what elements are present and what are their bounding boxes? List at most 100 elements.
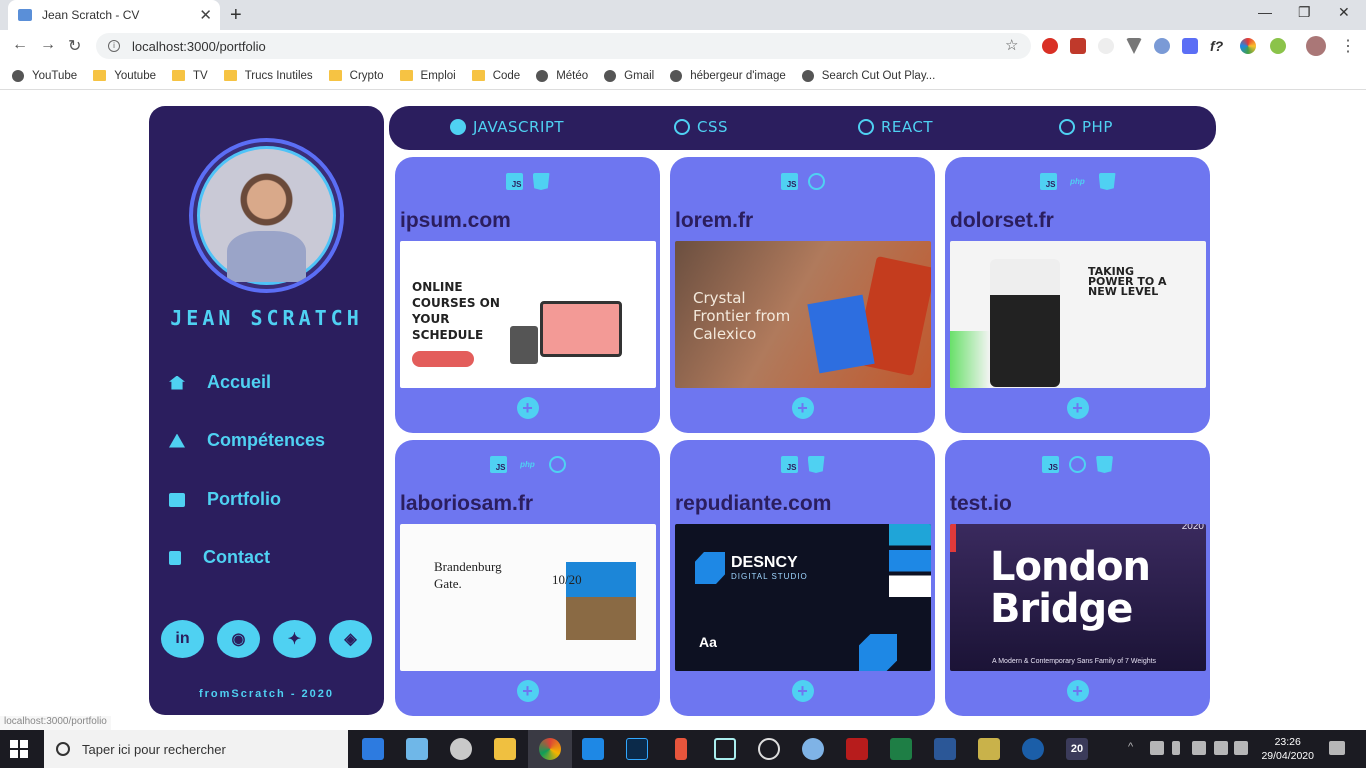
windows-start-icon[interactable] — [10, 740, 28, 758]
volume-icon[interactable] — [1234, 741, 1248, 755]
expand-plus-icon[interactable]: + — [791, 397, 814, 419]
app-icon[interactable] — [714, 738, 736, 760]
font-icon[interactable]: f? — [1210, 38, 1226, 54]
bookmark-folder[interactable]: Code — [471, 70, 520, 82]
new-tab-icon[interactable]: + — [230, 4, 242, 27]
expand-plus-icon[interactable]: + — [791, 680, 814, 702]
project-card[interactable]: JS php laboriosam.fr Brandenburg Gate. 1… — [395, 440, 660, 716]
contact-card-icon — [169, 550, 181, 565]
expand-plus-icon[interactable]: + — [1066, 397, 1089, 419]
app-icon[interactable] — [450, 738, 472, 760]
expand-plus-icon[interactable]: + — [516, 680, 539, 702]
bookmark-folder[interactable]: TV — [172, 70, 208, 82]
forward-icon[interactable]: → — [40, 36, 56, 54]
figma-icon[interactable] — [675, 738, 687, 760]
project-screenshot[interactable]: ONLINE COURSES ON YOUR SCHEDULE — [400, 241, 656, 388]
system-clock[interactable]: 23:26 29/04/2020 — [1261, 735, 1314, 763]
extension-icon[interactable] — [1098, 38, 1114, 54]
app-icon[interactable] — [978, 738, 1000, 760]
js-icon: JS — [780, 456, 798, 473]
twitter-icon[interactable]: ✦ — [273, 620, 316, 658]
close-icon[interactable]: ✕ — [199, 6, 212, 24]
filezilla-icon[interactable] — [846, 738, 868, 760]
project-title: repudiante.com — [675, 492, 832, 515]
cloud-icon[interactable] — [1150, 741, 1164, 755]
info-icon[interactable]: i — [108, 40, 120, 52]
globe-icon — [12, 69, 24, 82]
bookmark-meteo[interactable]: Météo — [536, 69, 588, 82]
microphone-icon[interactable] — [1172, 741, 1180, 755]
project-screenshot[interactable]: Brandenburg Gate. 10/20 — [400, 524, 656, 671]
radio-icon[interactable] — [858, 119, 874, 135]
project-card[interactable]: JS php dolorset.fr TAKING POWER TO A NEW… — [945, 157, 1210, 433]
chrome-icon[interactable] — [539, 738, 561, 760]
bookmark-folder[interactable]: Youtube — [93, 70, 156, 82]
github-icon[interactable]: ◉ — [217, 620, 260, 658]
bookmark-search[interactable]: Search Cut Out Play... — [801, 69, 935, 82]
excel-icon[interactable] — [890, 738, 912, 760]
filter-php[interactable]: PHP — [1059, 118, 1113, 136]
nav-item-accueil[interactable]: Accueil — [169, 372, 271, 393]
minimize-icon[interactable]: — — [1258, 4, 1272, 20]
vscode-icon[interactable] — [582, 738, 604, 760]
reload-icon[interactable]: ↻ — [68, 36, 81, 56]
expand-plus-icon[interactable]: + — [1066, 680, 1089, 702]
address-bar[interactable]: i localhost:3000/portfolio — [96, 33, 1031, 59]
menu-icon[interactable]: ⋮ — [1340, 36, 1356, 56]
bookmark-image-host[interactable]: hébergeur d'image — [670, 69, 786, 82]
extension-icon[interactable] — [1070, 38, 1086, 54]
word-icon[interactable] — [934, 738, 956, 760]
bookmark-folder[interactable]: Emploi — [399, 70, 456, 82]
codepen-icon[interactable]: ◈ — [329, 620, 372, 658]
chevron-up-icon[interactable]: ^ — [1128, 741, 1142, 755]
file-explorer-icon[interactable] — [494, 738, 516, 760]
filter-javascript[interactable]: JAVASCRIPT — [450, 118, 564, 136]
radio-icon[interactable] — [674, 119, 690, 135]
app-icon[interactable] — [802, 738, 824, 760]
browser-tab[interactable]: Jean Scratch - CV ✕ — [8, 0, 220, 30]
app-icon[interactable] — [362, 738, 384, 760]
network-icon[interactable] — [1214, 741, 1228, 755]
linkedin-icon[interactable]: in — [161, 620, 204, 658]
project-screenshot[interactable]: DESNCY DIGITAL STUDIO Aa — [675, 524, 931, 671]
project-screenshot[interactable]: 2020 London Bridge A Modern & Contempora… — [950, 524, 1206, 671]
filter-css[interactable]: CSS — [674, 118, 728, 136]
bookmark-youtube[interactable]: YouTube — [12, 69, 77, 82]
project-card[interactable]: JS repudiante.com DESNCY DIGITAL STUDIO … — [670, 440, 935, 716]
extension-icon[interactable] — [1270, 38, 1286, 54]
nav-item-competences[interactable]: Compétences — [169, 430, 325, 451]
filter-react[interactable]: REACT — [858, 118, 933, 136]
battery-icon[interactable] — [1192, 741, 1206, 755]
bookmark-folder[interactable]: Trucs Inutiles — [223, 70, 313, 82]
adblock-icon[interactable] — [1042, 38, 1058, 54]
steam-icon[interactable] — [1022, 738, 1044, 760]
photoshop-icon[interactable] — [626, 738, 648, 760]
radio-selected-icon[interactable] — [450, 119, 466, 135]
tech-badges: JS php — [395, 456, 660, 473]
taskbar-search[interactable]: Taper ici pour rechercher — [44, 730, 348, 768]
profile-avatar[interactable] — [1306, 36, 1326, 56]
restore-icon[interactable]: ❐ — [1298, 4, 1311, 21]
bookmark-gmail[interactable]: Gmail — [604, 69, 654, 82]
app-badge-icon[interactable]: 20 — [1066, 738, 1088, 760]
extension-icon[interactable] — [1182, 38, 1198, 54]
extension-icon[interactable] — [1154, 38, 1170, 54]
color-picker-icon[interactable] — [1240, 38, 1256, 54]
expand-plus-icon[interactable]: + — [516, 397, 539, 419]
nav-item-portfolio[interactable]: Portfolio — [169, 489, 281, 510]
project-screenshot[interactable]: Crystal Frontier from Calexico — [675, 241, 931, 388]
project-screenshot[interactable]: TAKING POWER TO A NEW LEVEL — [950, 241, 1206, 388]
project-card[interactable]: JS test.io 2020 London Bridge A Modern &… — [945, 440, 1210, 716]
back-icon[interactable]: ← — [12, 36, 28, 54]
app-icon[interactable] — [406, 738, 428, 760]
vue-icon[interactable] — [1126, 38, 1142, 54]
app-icon[interactable] — [758, 738, 780, 760]
radio-icon[interactable] — [1059, 119, 1075, 135]
nav-item-contact[interactable]: Contact — [169, 547, 270, 568]
bookmark-folder[interactable]: Crypto — [328, 70, 384, 82]
bookmark-star-icon[interactable]: ☆ — [1005, 36, 1018, 54]
project-card[interactable]: JS lorem.fr Crystal Frontier from Calexi… — [670, 157, 935, 433]
close-window-icon[interactable]: ✕ — [1338, 4, 1350, 21]
project-card[interactable]: JS ipsum.com ONLINE COURSES ON YOUR SCHE… — [395, 157, 660, 433]
notification-icon[interactable] — [1329, 741, 1345, 755]
